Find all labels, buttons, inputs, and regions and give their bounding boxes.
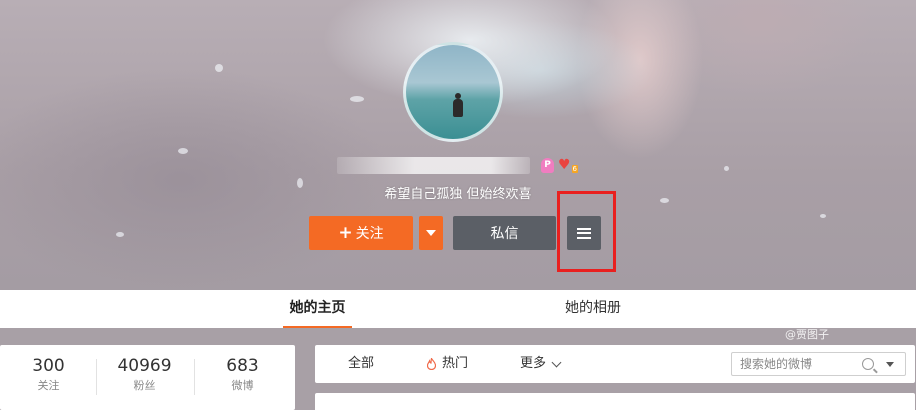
- filter-hot[interactable]: 热门: [427, 345, 468, 383]
- profile-cover: P ♥ 6 希望自己孤独 但始终欢喜 + 关注 私信: [0, 0, 916, 290]
- tab-album[interactable]: 她的相册: [550, 290, 636, 328]
- vip-badge-icon[interactable]: P: [541, 158, 554, 173]
- hamburger-menu-icon: [577, 227, 591, 239]
- follow-options-button[interactable]: [419, 216, 443, 250]
- chevron-down-icon: [551, 357, 562, 367]
- plus-icon: +: [338, 223, 353, 243]
- stat-following[interactable]: 300 关注: [0, 355, 97, 394]
- cover-speck: [116, 232, 124, 237]
- cover-speck: [178, 148, 188, 154]
- username-blurred: [337, 157, 530, 174]
- caret-down-icon: [426, 230, 436, 236]
- member-level-icon[interactable]: ♥ 6: [558, 158, 578, 173]
- stat-followers[interactable]: 40969 粉丝: [96, 355, 193, 394]
- stat-value: 300: [32, 356, 65, 376]
- cover-speck: [724, 166, 729, 171]
- message-button[interactable]: 私信: [453, 216, 556, 250]
- search-icon[interactable]: [862, 358, 874, 370]
- search-options-dropdown-icon[interactable]: [886, 361, 894, 367]
- stat-value: 40969: [117, 356, 172, 376]
- filter-all[interactable]: 全部: [348, 345, 374, 383]
- tab-home[interactable]: 她的主页: [283, 290, 352, 328]
- weibo-search-box: [731, 352, 906, 376]
- member-level-number: 6: [571, 165, 578, 173]
- profile-tab-bar: 她的主页 她的相册: [0, 290, 916, 328]
- stat-label: 关注: [37, 379, 60, 392]
- stat-label: 粉丝: [133, 379, 156, 392]
- filter-more-label: 更多: [520, 356, 547, 371]
- more-menu-button[interactable]: [567, 216, 601, 250]
- search-input[interactable]: [732, 357, 860, 371]
- stats-card: 300 关注 40969 粉丝 683 微博: [0, 345, 295, 410]
- watermark-text: @贾图子: [785, 328, 829, 341]
- flame-icon: [427, 358, 436, 370]
- profile-bio: 希望自己孤独 但始终欢喜: [384, 187, 532, 202]
- avatar-swimmer-figure: [453, 93, 463, 117]
- feed-card: [315, 393, 915, 410]
- stat-label: 微博: [231, 379, 254, 392]
- filter-hot-label: 热门: [442, 356, 469, 371]
- cover-speck: [820, 214, 826, 218]
- avatar[interactable]: [403, 42, 503, 142]
- filter-more[interactable]: 更多: [520, 345, 562, 383]
- stat-value: 683: [226, 356, 259, 376]
- message-label: 私信: [490, 226, 519, 242]
- follow-button[interactable]: + 关注: [309, 216, 413, 250]
- feed-filter-bar: 全部 热门 更多: [315, 345, 915, 383]
- stat-posts[interactable]: 683 微博: [194, 355, 291, 394]
- cover-speck: [350, 96, 364, 102]
- follow-label: 关注: [355, 226, 384, 242]
- cover-speck: [215, 64, 223, 72]
